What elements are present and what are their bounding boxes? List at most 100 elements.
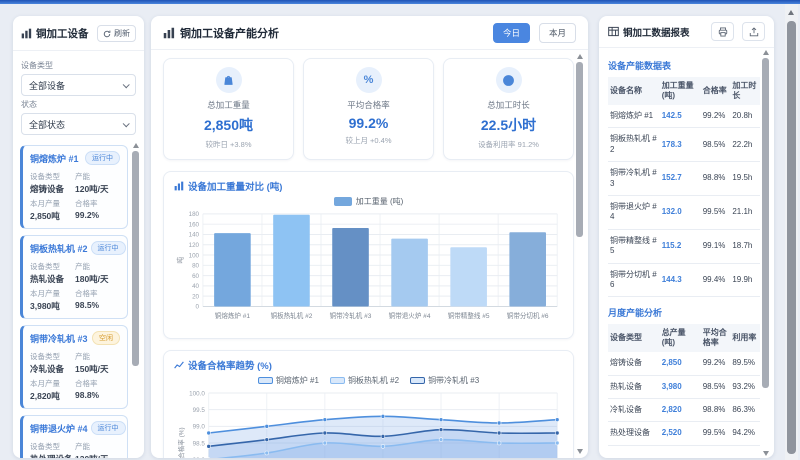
- legend-swatch: [330, 377, 345, 384]
- svg-text:铜带分切机 #6: 铜带分切机 #6: [507, 311, 549, 320]
- table-cell: 132.0: [660, 195, 701, 229]
- scroll-up-arrow[interactable]: [788, 10, 794, 15]
- line-chart-title: 设备合格率趋势 (%): [188, 358, 272, 372]
- device-card[interactable]: 铜板热轧机 #2 运行中 设备类型 产能 热轧设备 180吨/天 本月产量 合格…: [20, 235, 128, 319]
- table-cell: 98.8%: [701, 162, 731, 196]
- table-row: 冷轧设备2,82098.8%86.3%: [608, 399, 760, 422]
- main-scrollbar[interactable]: [576, 54, 585, 454]
- device-card[interactable]: 铜带冷轧机 #3 空闲 设备类型 产能 冷轧设备 150吨/天 本月产量 合格率…: [20, 325, 128, 409]
- table-row: 铜带退火炉 #4132.099.5%21.1h: [608, 195, 760, 229]
- scroll-up-arrow[interactable]: [763, 50, 769, 55]
- table-row: 铜熔炼炉 #1142.599.2%20.8h: [608, 105, 760, 128]
- table-cell: 19.9h: [730, 263, 760, 297]
- weight-bar-chart[interactable]: 020406080100120140160180吨铜熔炼炉 #1铜板热轧机 #2…: [174, 208, 563, 334]
- svg-text:60: 60: [192, 273, 199, 280]
- table-row: 铜板热轧机 #2178.398.5%22.2h: [608, 128, 760, 162]
- scroll-thumb[interactable]: [762, 58, 769, 388]
- table-cell: 22.2h: [730, 128, 760, 162]
- report-title: 铜加工数据报表: [623, 25, 703, 39]
- bar-chart-legend[interactable]: 加工重量 (吨): [174, 196, 563, 207]
- legend-item[interactable]: 铜熔炼炉 #1: [258, 375, 319, 386]
- weight-bar-chart-card: 设备加工重量对比 (吨) 加工重量 (吨) 020406080100120140…: [163, 171, 574, 339]
- svg-text:100: 100: [189, 252, 200, 259]
- table-cell: 99.2%: [701, 105, 731, 128]
- range-today-button[interactable]: 今日: [493, 23, 530, 43]
- field-label: 产能: [75, 441, 120, 452]
- field-label: 设备类型: [30, 351, 75, 362]
- device-type: 熔铸设备: [30, 183, 75, 195]
- svg-text:120: 120: [189, 242, 200, 249]
- table-cell: 铜带精整线 #5: [608, 229, 660, 263]
- legend-swatch: [258, 377, 273, 384]
- scroll-up-arrow[interactable]: [133, 143, 139, 148]
- scroll-up-arrow[interactable]: [577, 54, 583, 59]
- kpi-sub-label: 较昨日 +3.8%: [168, 139, 289, 150]
- window-scrollbar[interactable]: [785, 4, 798, 460]
- scroll-down-arrow[interactable]: [577, 449, 583, 454]
- scroll-thumb[interactable]: [132, 151, 139, 366]
- kpi-card: 总加工重量 2,850吨 较昨日 +3.8%: [163, 58, 294, 160]
- legend-swatch: [410, 377, 425, 384]
- pass-rate-line-chart-card: 设备合格率趋势 (%) 铜熔炼炉 #1 铜板热轧机 #2 铜带冷轧机 #3 10…: [163, 350, 574, 458]
- device-type-select[interactable]: 全部设备: [21, 74, 136, 96]
- print-button[interactable]: [711, 22, 734, 41]
- svg-text:铜带冷轧机 #3: 铜带冷轧机 #3: [330, 311, 372, 320]
- field-label: 产能: [75, 171, 120, 182]
- device-capacity: 120吨/天: [75, 183, 120, 195]
- device-type: 冷轧设备: [30, 363, 75, 375]
- chevron-down-icon: [123, 120, 130, 127]
- kpi-label: 总加工时长: [448, 99, 569, 111]
- kpi-label: 平均合格率: [308, 99, 429, 111]
- kpi-card: 总加工时长 22.5小时 设备利用率 91.2%: [443, 58, 574, 160]
- legend-label: 铜熔炼炉 #1: [276, 375, 319, 386]
- table-cell: 98.8%: [701, 399, 731, 422]
- table-cell: 86.3%: [730, 399, 760, 422]
- column-header: 合格率: [701, 77, 731, 105]
- column-header: 设备名称: [608, 77, 660, 105]
- device-list-scrollbar[interactable]: [132, 143, 141, 458]
- device-type: 热轧设备: [30, 273, 75, 285]
- scroll-thumb[interactable]: [576, 62, 583, 237]
- status-select[interactable]: 全部状态: [21, 113, 136, 135]
- main-header: 铜加工设备产能分析 今日 本月: [151, 16, 588, 50]
- kpi-card: % 平均合格率 99.2% 较上月 +0.4%: [303, 58, 434, 160]
- table-row: 熔铸设备2,85099.2%89.5%: [608, 352, 760, 375]
- top-accent-strip: [0, 0, 800, 4]
- svg-text:铜带精整线 #5: 铜带精整线 #5: [448, 311, 490, 320]
- table-cell: 178.3: [660, 128, 701, 162]
- device-pass-rate: 98.5%: [75, 300, 120, 312]
- device-capacity-table: 设备名称加工重量(吨)合格率加工时长 铜熔炼炉 #1142.599.2%20.8…: [608, 77, 760, 297]
- export-button[interactable]: [742, 22, 765, 41]
- table-cell: 热处理设备: [608, 422, 660, 445]
- table-cell: 99.5%: [701, 422, 731, 445]
- device-monthly-output: 2,850吨: [30, 210, 75, 222]
- bar-chart-mini-icon: [174, 181, 184, 191]
- kpi-row: 总加工重量 2,850吨 较昨日 +3.8%% 平均合格率 99.2% 较上月 …: [163, 58, 574, 160]
- report-scrollbar[interactable]: [762, 50, 771, 456]
- field-label: 本月产量: [30, 288, 75, 299]
- range-month-button[interactable]: 本月: [539, 23, 576, 43]
- pass-rate-line-chart[interactable]: 100.099.599.098.598.097.597.0合格率 (%): [174, 387, 563, 458]
- scroll-thumb[interactable]: [787, 21, 796, 454]
- print-icon: [718, 27, 728, 37]
- field-label: 设备类型: [30, 441, 75, 452]
- line-chart-legend[interactable]: 铜熔炼炉 #1 铜板热轧机 #2 铜带冷轧机 #3: [174, 375, 563, 386]
- filter-label-status: 状态: [21, 99, 136, 110]
- device-card[interactable]: 铜熔炼炉 #1 运行中 设备类型 产能 熔铸设备 120吨/天 本月产量 合格率…: [20, 145, 128, 229]
- legend-item[interactable]: 铜板热轧机 #2: [330, 375, 399, 386]
- legend-item[interactable]: 铜带冷轧机 #3: [410, 375, 479, 386]
- device-card[interactable]: 铜带退火炉 #4 运行中 设备类型 产能 热处理设备 130吨/天 本月产量 合…: [20, 415, 128, 458]
- device-monthly-output: 2,820吨: [30, 390, 75, 402]
- column-header: 总产量(吨): [660, 324, 701, 352]
- scroll-down-arrow[interactable]: [763, 451, 769, 456]
- device-name: 铜带退火炉 #4: [30, 422, 88, 435]
- device-list: 铜熔炼炉 #1 运行中 设备类型 产能 熔铸设备 120吨/天 本月产量 合格率…: [13, 143, 144, 458]
- device-pass-rate: 98.8%: [75, 390, 120, 402]
- table-cell: 94.2%: [730, 422, 760, 445]
- svg-text:40: 40: [192, 283, 199, 290]
- refresh-button[interactable]: 刷新: [97, 25, 136, 42]
- kpi-sub-label: 设备利用率 91.2%: [448, 139, 569, 150]
- field-label: 合格率: [75, 378, 120, 389]
- svg-text:0: 0: [196, 304, 200, 311]
- table-cell: 115.2: [660, 229, 701, 263]
